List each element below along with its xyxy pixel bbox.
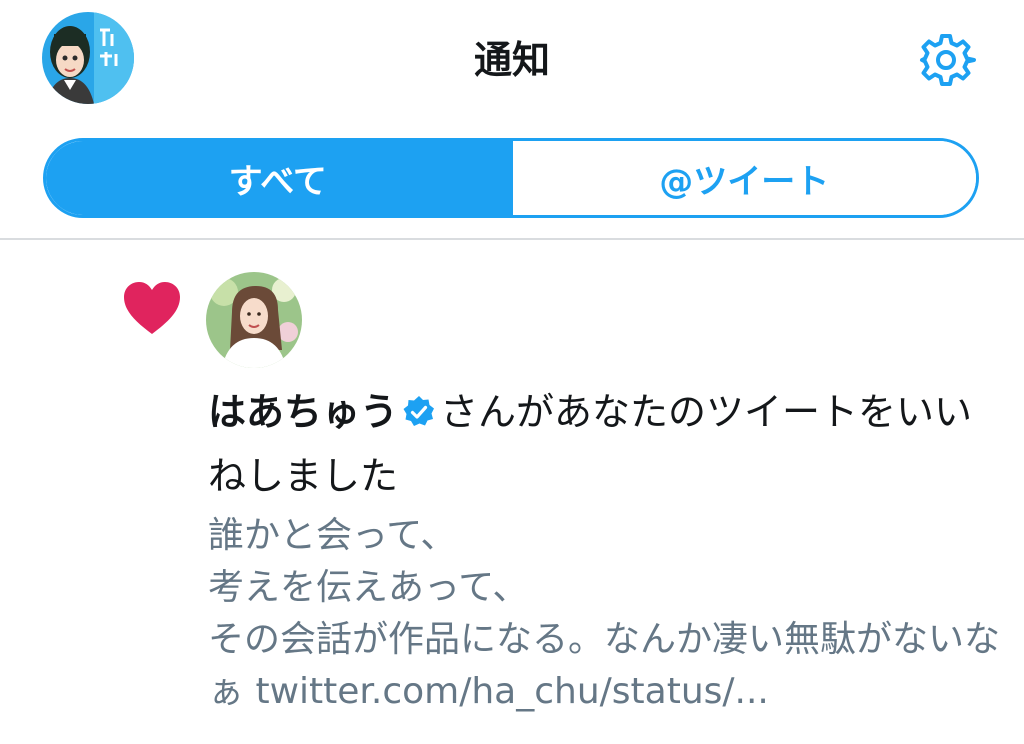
tweet-text: 誰かと会って、 考えを伝えあって、 その会話が作品になる。なんか凄い無駄がないな…: [208, 510, 1008, 718]
tweet-link[interactable]: twitter.com/ha_chu/status/...: [255, 671, 768, 712]
verified-badge-icon: [402, 384, 436, 426]
gear-icon[interactable]: [916, 30, 976, 90]
notifications-screen: 通知 すべて @ツイート はあちゅう さんがあなたのツイートをいいねしました 誰…: [0, 0, 1024, 744]
page-title: 通知: [473, 38, 550, 82]
heart-icon: [122, 280, 182, 336]
user-avatar[interactable]: [206, 272, 302, 368]
notification-message: はあちゅう さんがあなたのツイートをいいねしました: [208, 380, 998, 508]
tab-all[interactable]: すべて: [46, 141, 510, 215]
header: 通知: [0, 0, 1024, 120]
notification-filter-tabs: すべて @ツイート: [43, 138, 979, 218]
tab-mentions[interactable]: @ツイート: [509, 141, 976, 215]
user-name[interactable]: はあちゅう: [208, 390, 398, 434]
like-notification[interactable]: はあちゅう さんがあなたのツイートをいいねしました 誰かと会って、 考えを伝えあっ…: [0, 240, 1024, 744]
